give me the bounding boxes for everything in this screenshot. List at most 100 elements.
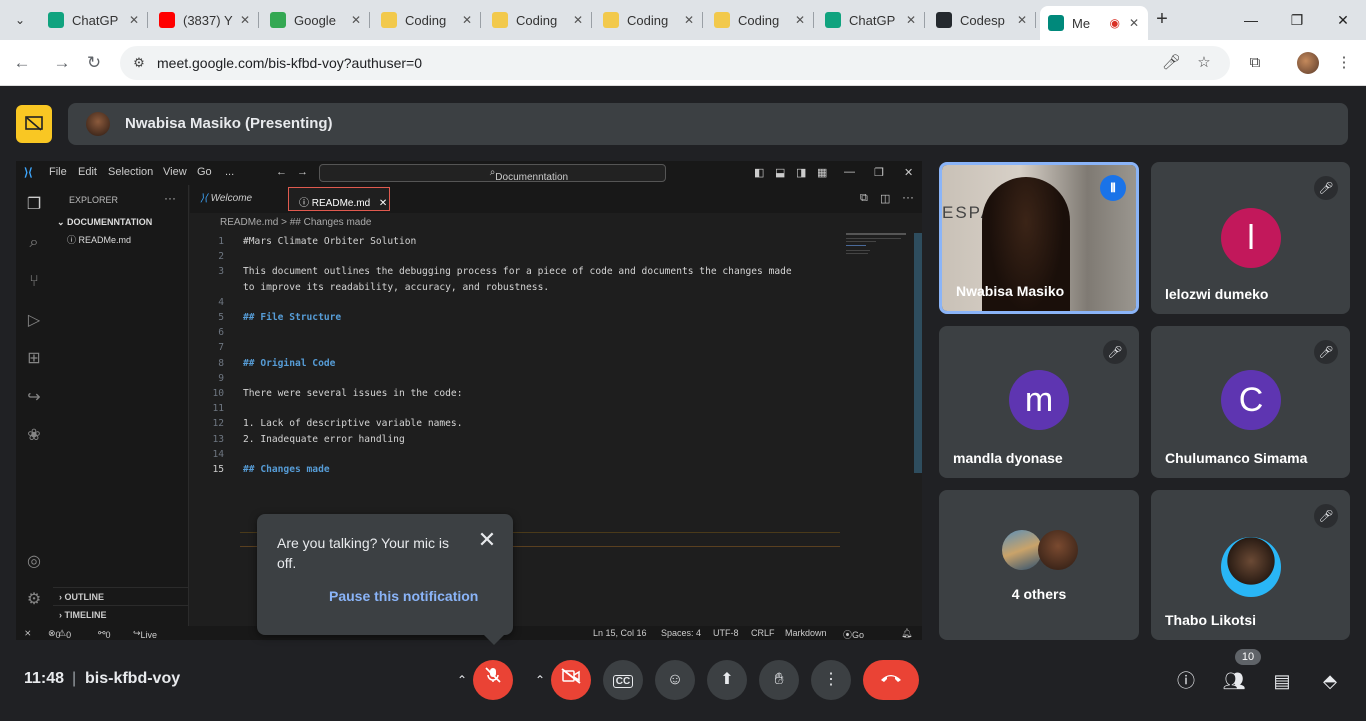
source-control-icon[interactable]: ⑂ [24,272,44,292]
pause-notification-button[interactable]: Pause this notification [329,588,478,604]
tab-close-icon[interactable]: ✕ [237,13,253,27]
audio-settings-chevron-icon[interactable]: ⌃ [450,660,474,700]
maximize-button[interactable]: ❐ [1274,6,1320,34]
menu-edit[interactable]: Edit [78,166,97,178]
back-button[interactable]: ← [10,51,34,75]
remote-icon[interactable]: ⨯ [24,628,32,639]
more-options-button[interactable]: ⋮ [811,660,851,700]
tab-close-icon[interactable]: ✕ [903,13,919,27]
nav-back-icon[interactable]: ← [276,166,287,178]
extensions-icon[interactable]: ⧉ [1244,52,1266,74]
code-line[interactable]: to improve its readability, accuracy, an… [243,282,549,293]
vscode-restore-icon[interactable]: ❐ [874,166,884,179]
file-item-readme[interactable]: ⓘ READMe.md [67,233,131,246]
site-info-icon[interactable]: ⚙ [130,54,148,72]
people-icon[interactable]: 👥︎ [1221,668,1247,694]
code-line[interactable]: #Mars Climate Orbiter Solution [243,236,416,247]
tab-close-icon[interactable]: ✕ [681,13,697,27]
breadcrumb[interactable]: READMe.md > ## Changes made [190,213,922,231]
code-line[interactable]: 2. Inadequate error handling [243,434,405,445]
cursor-position[interactable]: Ln 15, Col 16 [593,628,647,638]
live-share-icon[interactable]: ↪ [24,388,44,408]
browser-tab[interactable]: Google ✕ [262,6,370,34]
figma-icon[interactable]: ❀ [24,426,44,446]
folder-item[interactable]: ⌄ DOCUMENNTATION [57,217,189,231]
live-share-status[interactable]: ↪ Live Share [133,628,157,640]
bookmark-star-icon[interactable]: ☆ [1195,54,1213,72]
line-endings[interactable]: CRLF [751,628,775,638]
customize-layout-icon[interactable]: ▦ [817,166,827,179]
command-center-search[interactable]: ⌕ Documenntation [319,164,666,183]
stop-presenting-icon[interactable] [16,105,52,143]
participant-tile[interactable]: 🎤︎ Thabo Likotsi [1151,490,1350,640]
toggle-sidebar-icon[interactable]: ◧ [754,166,764,179]
toggle-secondary-sidebar-icon[interactable]: ◨ [796,166,806,179]
tab-close-icon[interactable]: ✕ [792,13,808,27]
browser-tab[interactable]: (3837) Y ✕ [151,6,259,34]
reactions-button[interactable]: ☺ [655,660,695,700]
browser-menu-icon[interactable]: ⋮ [1333,52,1355,74]
browser-tab[interactable]: Codesp ✕ [928,6,1036,34]
minimap[interactable] [846,233,906,263]
manage-gear-icon[interactable]: ⚙ [24,590,44,610]
tab-close-icon[interactable]: ✕ [459,13,475,27]
code-line[interactable]: ## Changes made [243,464,330,475]
code-line[interactable]: 1. Lack of descriptive variable names. [243,418,463,429]
language-mode[interactable]: Markdown [785,628,827,638]
url-text[interactable]: meet.google.com/bis-kfbd-voy?authuser=0 [157,55,422,71]
toggle-panel-icon[interactable]: ⬓ [775,166,785,179]
menu-more[interactable]: ... [225,166,234,178]
browser-tab[interactable]: Coding ✕ [484,6,592,34]
run-debug-icon[interactable]: ▷ [24,311,44,331]
new-tab-button[interactable]: + [1150,8,1174,32]
close-icon[interactable]: ✕ [475,528,499,552]
open-preview-icon[interactable]: ⧉ [860,192,868,205]
code-line[interactable]: This document outlines the debugging pro… [243,266,792,277]
code-line[interactable]: ## Original Code [243,358,335,369]
notifications-bell-icon[interactable]: 🔔︎ [901,628,912,639]
tab-readme[interactable]: ⓘ READMe.md ✕ [288,187,390,211]
microphone-off-button[interactable] [473,660,513,700]
code-line[interactable]: There were several issues in the code: [243,388,463,399]
go-live-status[interactable]: ⦿ Go Live [843,628,864,640]
tab-close-icon[interactable]: ✕ [126,13,142,27]
video-settings-chevron-icon[interactable]: ⌃ [528,660,552,700]
outline-section[interactable]: › OUTLINE [53,587,188,605]
explorer-more-icon[interactable]: ··· [164,191,176,205]
captions-button[interactable]: CC [603,660,643,700]
minimize-button[interactable]: — [1228,6,1274,34]
browser-tab[interactable]: ChatGP ✕ [817,6,925,34]
menu-selection[interactable]: Selection [108,166,153,178]
participant-tile[interactable]: 🎤︎ m mandla dyonase [939,326,1139,478]
indentation[interactable]: Spaces: 4 [661,628,701,638]
tab-close-icon[interactable]: ✕ [570,13,586,27]
tab-welcome[interactable]: ⟩⟨ Welcome [190,185,286,213]
vscode-close-icon[interactable]: ✕ [904,166,913,179]
menu-go[interactable]: Go [197,166,212,178]
present-screen-button[interactable]: ⬆ [707,660,747,700]
omnibox[interactable]: ⚙ meet.google.com/bis-kfbd-voy?authuser=… [120,46,1230,80]
participant-tile[interactable]: 🎤︎ C Chulumanco Simama [1151,326,1350,478]
forward-button[interactable]: → [50,51,74,75]
microphone-icon[interactable]: 🎤︎ [1162,54,1181,72]
close-window-button[interactable]: ✕ [1320,6,1366,34]
activities-icon[interactable]: ⬘ [1317,668,1343,694]
accounts-icon[interactable]: ◎ [24,552,44,572]
reload-button[interactable]: ↻ [82,51,106,75]
participant-tile[interactable]: 🎤︎ l lelozwi dumeko [1151,162,1350,314]
ports-status[interactable]: ⚯ 0 [98,628,111,640]
editor-scrollbar[interactable] [914,233,922,473]
browser-tab[interactable]: Coding ✕ [595,6,703,34]
problems-status[interactable]: ⊗ 0 ⚠ 0 [48,628,71,640]
tab-close-icon[interactable]: ✕ [1126,16,1142,30]
split-editor-icon[interactable]: ◫ [880,192,890,205]
leave-call-button[interactable] [863,660,919,700]
meeting-info-icon[interactable]: ⓘ [1173,668,1199,694]
raise-hand-button[interactable]: ✋︎ [759,660,799,700]
code-line[interactable]: ## File Structure [243,312,341,323]
participant-tile-presenter[interactable]: ESPACE ⦀ Nwabisa Masiko [939,162,1139,314]
tab-close-icon[interactable]: ✕ [348,13,364,27]
timeline-section[interactable]: › TIMELINE [53,605,188,623]
menu-view[interactable]: View [163,166,187,178]
explorer-icon[interactable]: ❐ [24,195,44,215]
